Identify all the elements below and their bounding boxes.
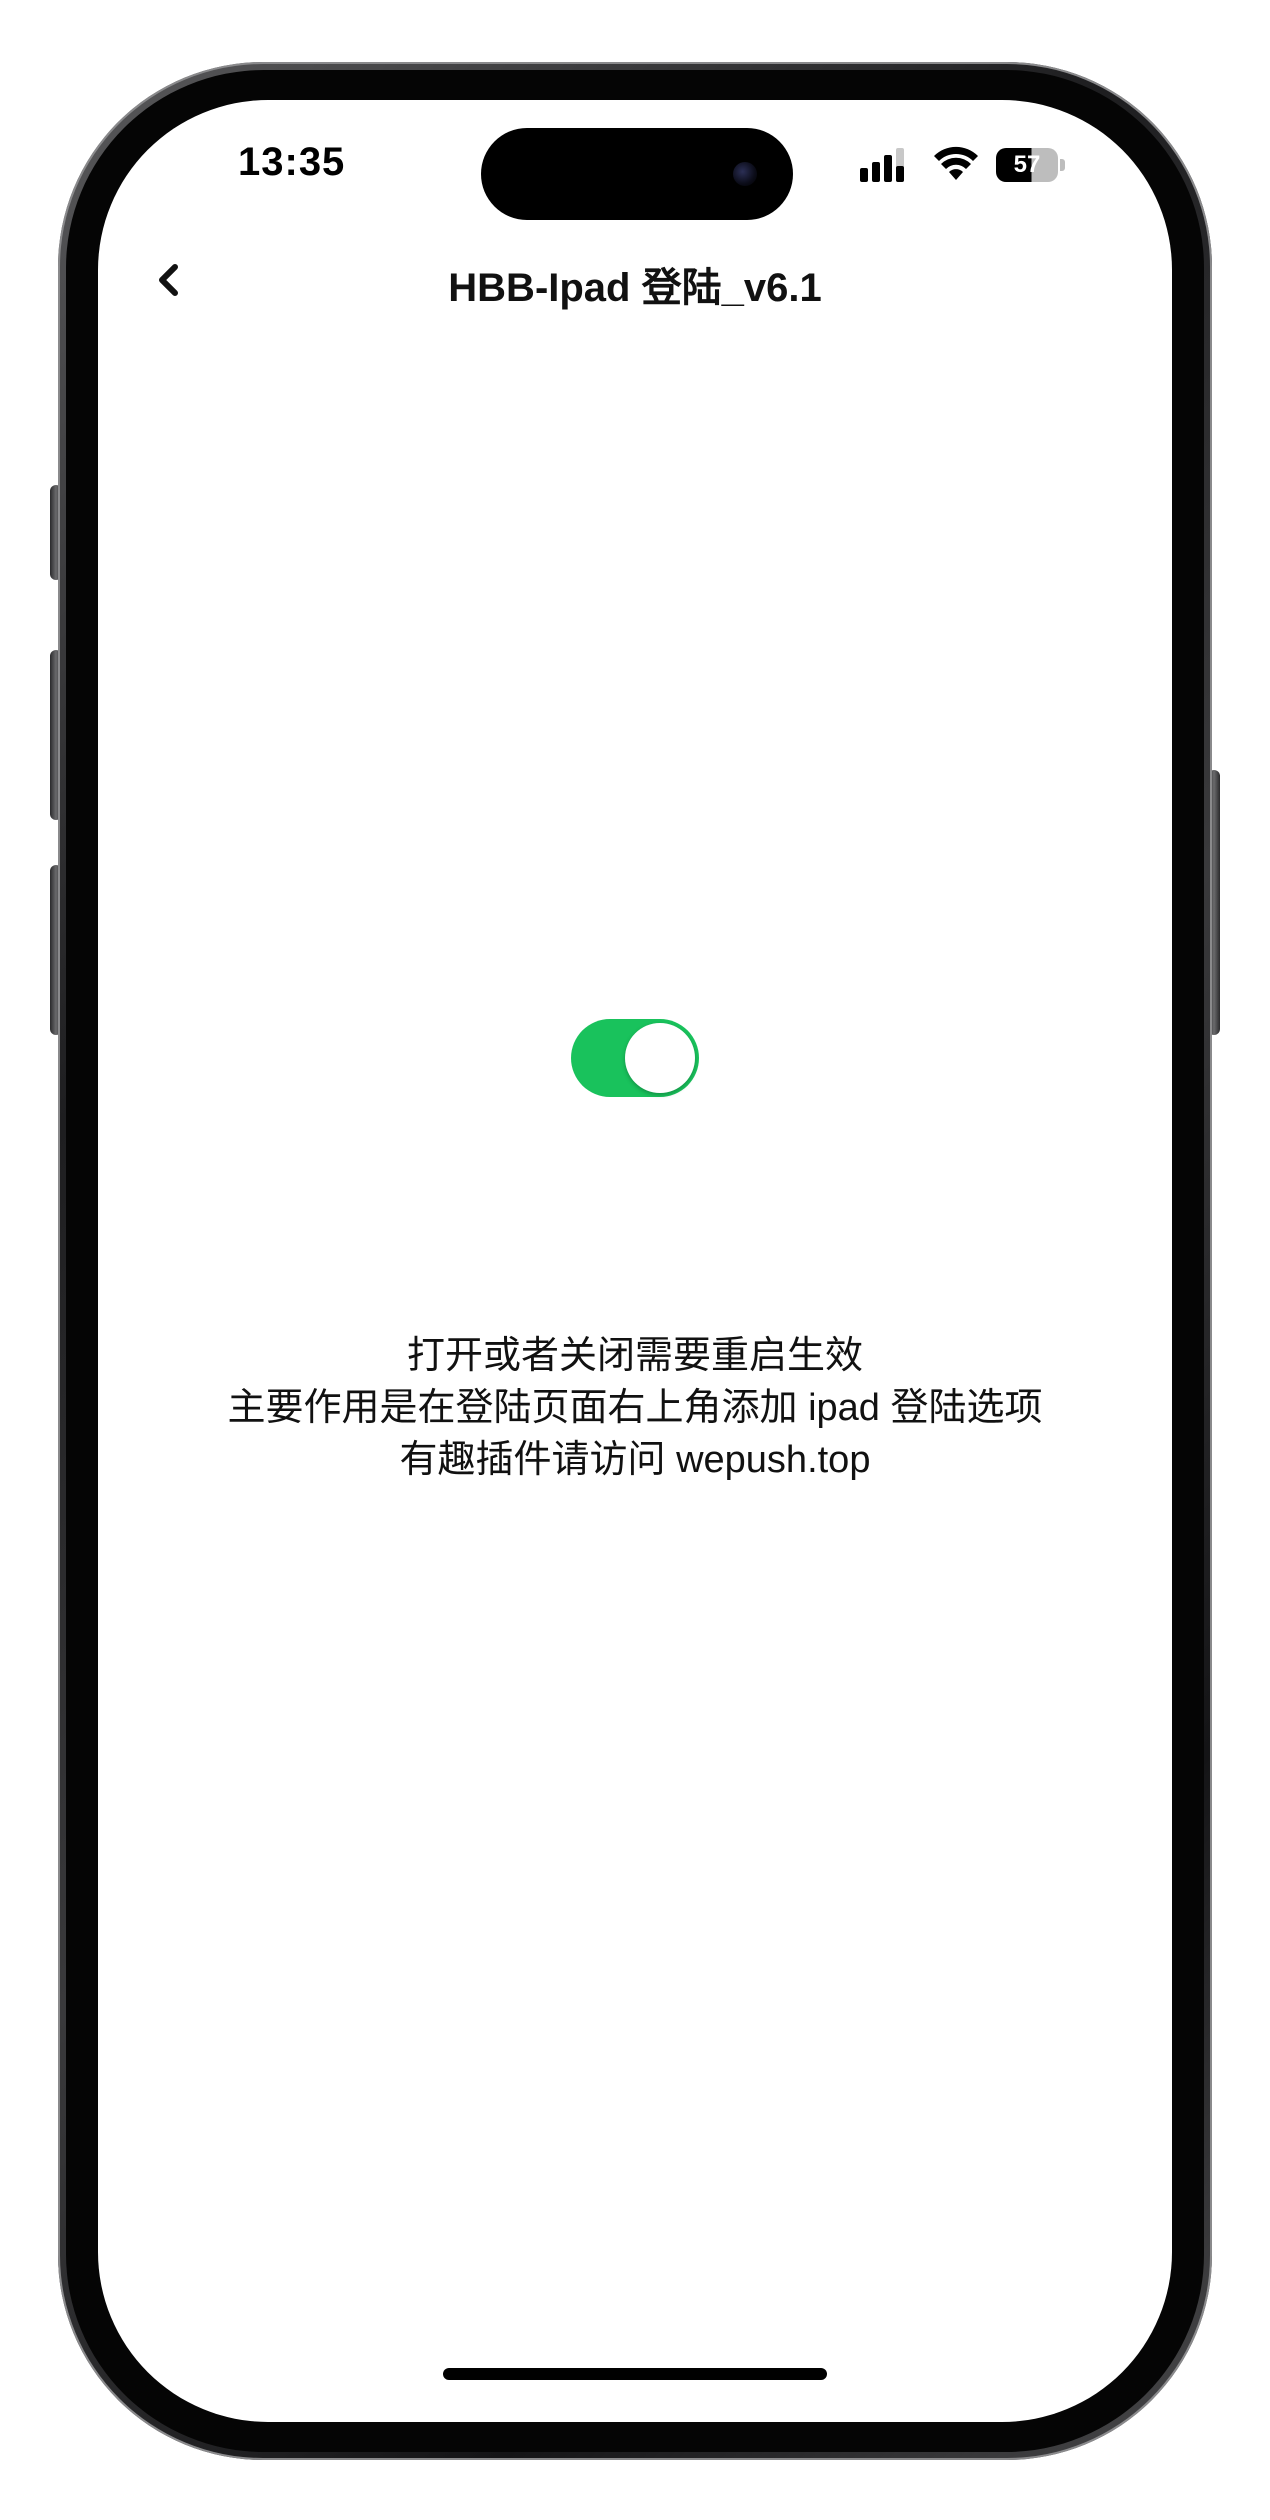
status-icons: 57: [860, 144, 1080, 184]
ipad-login-toggle[interactable]: [571, 1019, 699, 1097]
info-text: 打开或者关闭需要重启生效 主要作用是在登陆页面右上角添加 ipad 登陆选项 有…: [98, 1330, 1172, 1486]
home-indicator[interactable]: [443, 2368, 827, 2380]
battery-percent: 57: [1013, 151, 1041, 178]
device-mockup: 13:35 57 HBB-Ipad 登陆_v6.1 打开或者关闭需要重启生效 主…: [0, 0, 1270, 2520]
info-line-website: 有趣插件请访问 wepush.top: [399, 1439, 871, 1481]
battery-icon: 57: [996, 148, 1066, 182]
front-camera: [733, 162, 757, 186]
info-line-restart: 打开或者关闭需要重启生效: [406, 1335, 863, 1377]
toggle-knob: [625, 1023, 695, 1093]
info-line-purpose: 主要作用是在登陆页面右上角添加 ipad 登陆选项: [227, 1387, 1043, 1429]
signal-icon: [860, 148, 904, 182]
battery-tip: [1060, 159, 1065, 171]
dynamic-island: [481, 128, 793, 220]
wifi-icon: [934, 146, 978, 180]
status-time: 13:35: [238, 140, 346, 184]
page-title: HBB-Ipad 登陆_v6.1: [448, 266, 822, 310]
phone-screen: 13:35 57 HBB-Ipad 登陆_v6.1 打开或者关闭需要重启生效 主…: [98, 100, 1172, 2422]
